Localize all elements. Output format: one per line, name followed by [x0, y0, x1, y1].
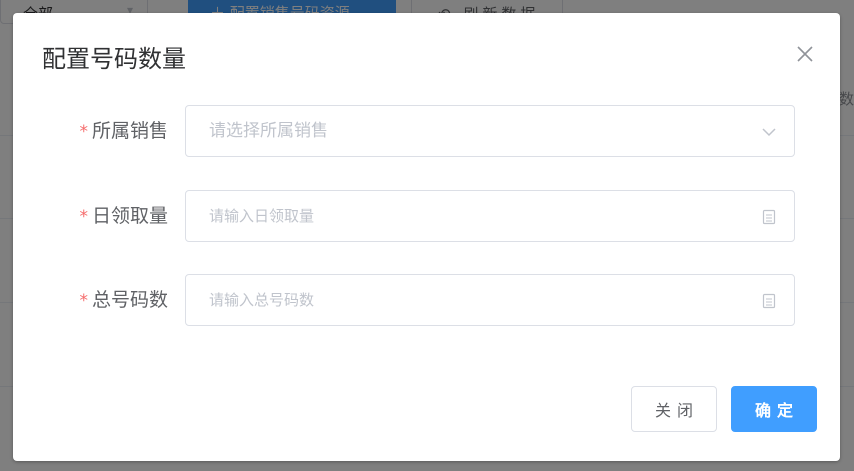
sales-select[interactable]: [185, 105, 795, 157]
total-numbers-label-text: 总号码数: [91, 289, 168, 311]
document-icon: [762, 293, 776, 309]
daily-quota-label-text: 日领取量: [91, 205, 168, 227]
total-numbers-input[interactable]: [187, 276, 747, 324]
close-icon[interactable]: [796, 45, 814, 63]
total-numbers-label: * 总号码数: [79, 287, 168, 314]
chevron-down-icon[interactable]: [760, 123, 778, 141]
form-item-total-numbers: * 总号码数: [13, 274, 840, 326]
daily-quota-field[interactable]: [185, 190, 795, 242]
required-mark: *: [79, 122, 88, 142]
sales-select-input[interactable]: [187, 107, 747, 155]
confirm-button[interactable]: 确定: [731, 386, 817, 432]
total-numbers-field[interactable]: [185, 274, 795, 326]
form-item-daily-quota: * 日领取量: [13, 190, 840, 242]
daily-quota-input[interactable]: [187, 192, 747, 240]
close-button[interactable]: 关闭: [631, 386, 717, 432]
required-mark: *: [79, 207, 88, 227]
sales-label: * 所属销售: [79, 118, 168, 145]
configure-number-dialog: 配置号码数量 *所属销售 *日领取量 *总号码数: [13, 13, 840, 461]
sales-label-text: 所属销售: [91, 120, 168, 142]
form-item-sales: * 所属销售: [13, 105, 840, 157]
required-mark: *: [79, 291, 88, 311]
daily-quota-label: * 日领取量: [79, 203, 168, 230]
dialog-title: 配置号码数量: [42, 45, 186, 73]
document-icon: [762, 209, 776, 225]
